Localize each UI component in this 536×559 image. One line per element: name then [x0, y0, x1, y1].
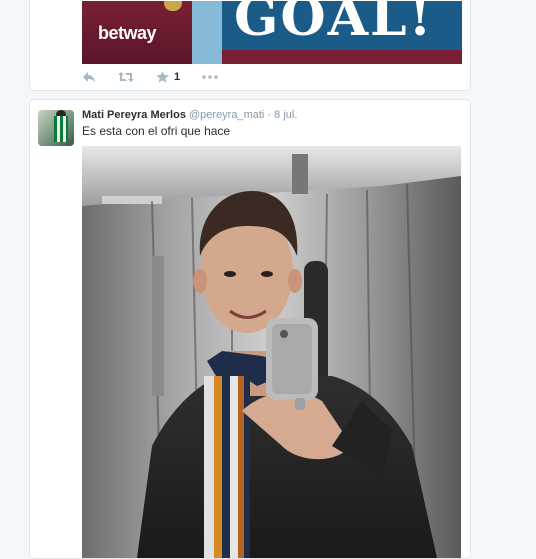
retweet-button[interactable] [118, 71, 134, 83]
tweet-photo[interactable] [82, 146, 461, 558]
sponsor-logo: betway [98, 23, 157, 43]
tweet-header: Mati Pereyra Merlos @pereyra_mati · 8 ju… [82, 109, 297, 121]
more-icon [202, 75, 218, 79]
avatar-shirt [54, 116, 68, 142]
previous-tweet-card[interactable]: betway GOAL! 1 [29, 0, 471, 91]
shirt-sleeve [192, 1, 222, 64]
player-shirt-image: betway [82, 1, 222, 64]
user-avatar[interactable] [38, 110, 74, 146]
tweet-text: Es esta con el ofri que hace [82, 124, 231, 138]
goal-graphic: GOAL! [222, 1, 462, 64]
tweet-timestamp[interactable]: 8 jul. [274, 109, 297, 121]
tweet-card[interactable]: Mati Pereyra Merlos @pereyra_mati · 8 ju… [29, 99, 471, 559]
tweet-actions: 1 [82, 69, 218, 85]
star-icon [156, 71, 169, 83]
favorite-button[interactable]: 1 [156, 71, 180, 83]
header-separator: · [267, 109, 272, 121]
goal-headline: GOAL! [234, 1, 434, 48]
favorite-count: 1 [174, 71, 181, 83]
elevator-selfie-photo [82, 146, 461, 558]
user-handle[interactable]: @pereyra_mati [189, 109, 264, 121]
retweet-icon [118, 72, 134, 82]
club-crest [164, 1, 182, 11]
reply-icon [83, 72, 95, 82]
banner-stripe [222, 50, 462, 64]
user-display-name[interactable]: Mati Pereyra Merlos [82, 109, 186, 121]
reply-button[interactable] [82, 71, 96, 83]
more-button[interactable] [202, 75, 218, 79]
tweet-media-banner[interactable]: betway GOAL! [82, 1, 462, 64]
